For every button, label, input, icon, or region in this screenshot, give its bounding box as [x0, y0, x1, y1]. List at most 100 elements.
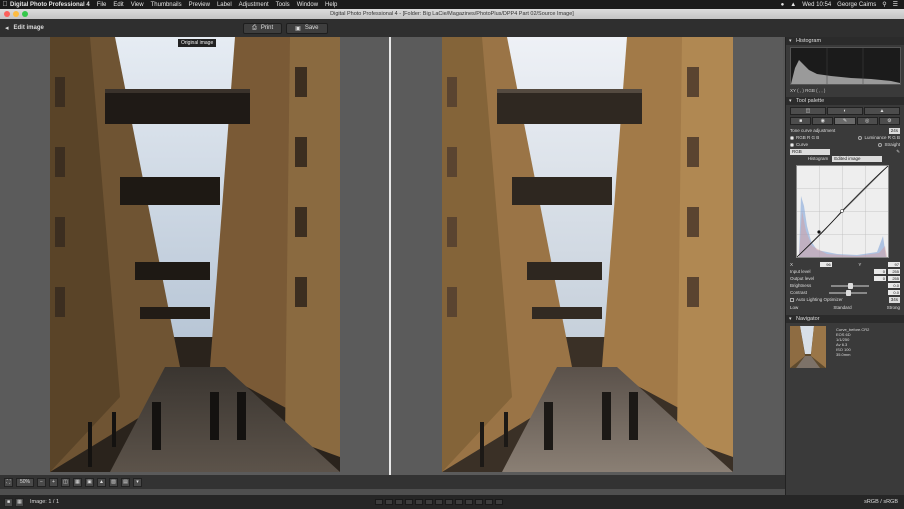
mode-label: Edit image [13, 25, 44, 31]
af-point-icon[interactable]: ▣ [85, 477, 94, 487]
menu-help[interactable]: Help [325, 2, 337, 8]
luminance-radio[interactable]: Luminance R G B [858, 135, 900, 140]
grid-icon[interactable]: ▦ [73, 477, 82, 487]
volume-icon[interactable]: ▲ [790, 2, 796, 8]
split-view-icon[interactable]: ▤ [121, 477, 130, 487]
tab-color-icon[interactable]: ▲ [864, 107, 900, 115]
tab-tone-icon[interactable]: ◐ [827, 107, 863, 115]
rating-2-icon[interactable] [465, 499, 473, 505]
contrast-value[interactable]: 0.0 [887, 290, 900, 295]
input-level-min[interactable]: 0 [874, 269, 886, 274]
tone-curve-graph[interactable] [796, 165, 889, 258]
output-level-max[interactable]: 255 [888, 276, 900, 281]
alo-level-row: Low Standard Strong [786, 303, 904, 311]
single-view-icon[interactable]: ■ [4, 497, 13, 507]
zoom-select[interactable]: 50% [16, 477, 34, 487]
menu-thumbnails[interactable]: Thumbnails [151, 2, 182, 8]
contrast-row: Contrast 0.0 [786, 289, 904, 296]
zoom-in-icon[interactable]: + [49, 477, 58, 487]
histogram-header[interactable]: Histogram [786, 37, 904, 45]
tab-c-icon[interactable]: ◎ [856, 117, 878, 125]
menu-window[interactable]: Window [297, 2, 318, 8]
original-image[interactable]: Original image [50, 37, 340, 472]
print-button[interactable]: ⎙ Print [243, 22, 283, 34]
rotate-left-icon[interactable] [375, 499, 383, 505]
curve-x-input[interactable]: 96 [819, 262, 832, 267]
save-button[interactable]: ▣ Save [286, 22, 328, 34]
edited-image[interactable] [442, 37, 733, 472]
input-level-max[interactable]: 255 [888, 269, 900, 274]
histogram-select[interactable]: Edited image [832, 155, 883, 162]
check-mark-2-icon[interactable] [445, 499, 453, 505]
rating-3-icon[interactable] [475, 499, 483, 505]
alo-low[interactable]: Low [790, 305, 798, 310]
tone-curve-title-row: Tone curve adjustment 24s [786, 127, 904, 134]
display-mode-icon[interactable]: ▧ [109, 477, 118, 487]
wifi-icon[interactable]: ● [781, 2, 785, 8]
next-image-icon[interactable] [415, 499, 423, 505]
image-viewer[interactable]: Original image [0, 37, 783, 475]
menu-tools[interactable]: Tools [276, 2, 290, 8]
menu-adjustment[interactable]: Adjustment [239, 2, 269, 8]
menu-view[interactable]: View [131, 2, 144, 8]
menu-file[interactable]: File [97, 2, 107, 8]
brightness-slider[interactable] [830, 282, 869, 289]
navigator-thumbnail-graphic [790, 326, 826, 368]
zoom-window-button[interactable] [22, 11, 28, 17]
brightness-value[interactable]: 0.0 [887, 283, 900, 288]
last-image-icon[interactable] [425, 499, 433, 505]
curve-radio[interactable]: Curve [790, 142, 808, 147]
straight-radio[interactable]: Straight [878, 142, 900, 147]
navigation-controls [375, 499, 503, 505]
prev-image-icon[interactable] [405, 499, 413, 505]
alo-checkbox[interactable]: Auto Lighting Optimizer [790, 297, 843, 302]
menu-edit[interactable]: Edit [113, 2, 123, 8]
tool-palette-header[interactable]: Tool palette [786, 97, 904, 105]
eyedropper-icon[interactable]: ✎ [896, 149, 900, 155]
first-image-icon[interactable] [395, 499, 403, 505]
rating-4-icon[interactable] [485, 499, 493, 505]
menu-app-name[interactable]: Digital Photo Professional 4 [10, 2, 90, 8]
output-level-min[interactable]: 0 [874, 276, 886, 281]
alo-standard[interactable]: Standard [833, 305, 851, 310]
histogram-readout: XY ( , ) RGB ( , , ) [790, 88, 826, 93]
tab-d-icon[interactable]: ⚙ [878, 117, 901, 125]
rotate-right-icon[interactable] [385, 499, 393, 505]
tab-a-icon[interactable]: ■ [790, 117, 812, 125]
multi-view-icon[interactable]: ▦ [15, 497, 24, 507]
compare-icon[interactable]: ◫ [61, 477, 70, 487]
dpp-window:  Digital Photo Professional 4 File Edit… [0, 0, 904, 509]
back-icon[interactable]: ◂ [5, 24, 9, 32]
tool-tabs-row-2: ■ ◉ ✎ ◎ ⚙ [790, 117, 901, 125]
compare-divider[interactable] [389, 37, 391, 475]
list-icon[interactable]: ☰ [893, 1, 898, 8]
tab-curve-icon[interactable]: ✎ [834, 117, 856, 125]
mode-radios-row: RGB R G B Luminance R G B [786, 134, 904, 141]
apple-icon[interactable]:  [0, 1, 10, 8]
highlight-warning-icon[interactable]: ▲ [97, 477, 106, 487]
close-window-button[interactable] [4, 11, 10, 17]
clock[interactable]: Wed 10:54 [802, 2, 831, 8]
menu-label[interactable]: Label [217, 2, 232, 8]
rgb-radio[interactable]: RGB R G B [790, 135, 819, 140]
channel-select[interactable]: RGB [790, 148, 830, 155]
more-options-icon[interactable]: ▾ [133, 477, 142, 487]
rating-5-icon[interactable] [495, 499, 503, 505]
zoom-out-icon[interactable]: − [37, 477, 46, 487]
navigator-thumbnail[interactable] [790, 326, 826, 368]
rating-1-icon[interactable] [455, 499, 463, 505]
tab-basic-icon[interactable]: ◫ [790, 107, 826, 115]
search-icon[interactable]: ⚲ [882, 1, 886, 8]
minimize-window-button[interactable] [13, 11, 19, 17]
tab-b-icon[interactable]: ◉ [812, 117, 834, 125]
tone-curve-value[interactable]: 24s [888, 127, 900, 134]
curve-y-input[interactable]: 97 [888, 262, 900, 267]
alo-value[interactable]: 34s [888, 296, 900, 303]
contrast-slider[interactable] [828, 289, 867, 296]
menu-preview[interactable]: Preview [189, 2, 210, 8]
check-mark-1-icon[interactable] [435, 499, 443, 505]
user-name[interactable]: George Cairns [837, 2, 876, 8]
navigator-header[interactable]: Navigator [786, 315, 904, 323]
alo-strong[interactable]: Strong [887, 305, 900, 310]
fit-icon[interactable]: ⛶ [4, 477, 13, 487]
